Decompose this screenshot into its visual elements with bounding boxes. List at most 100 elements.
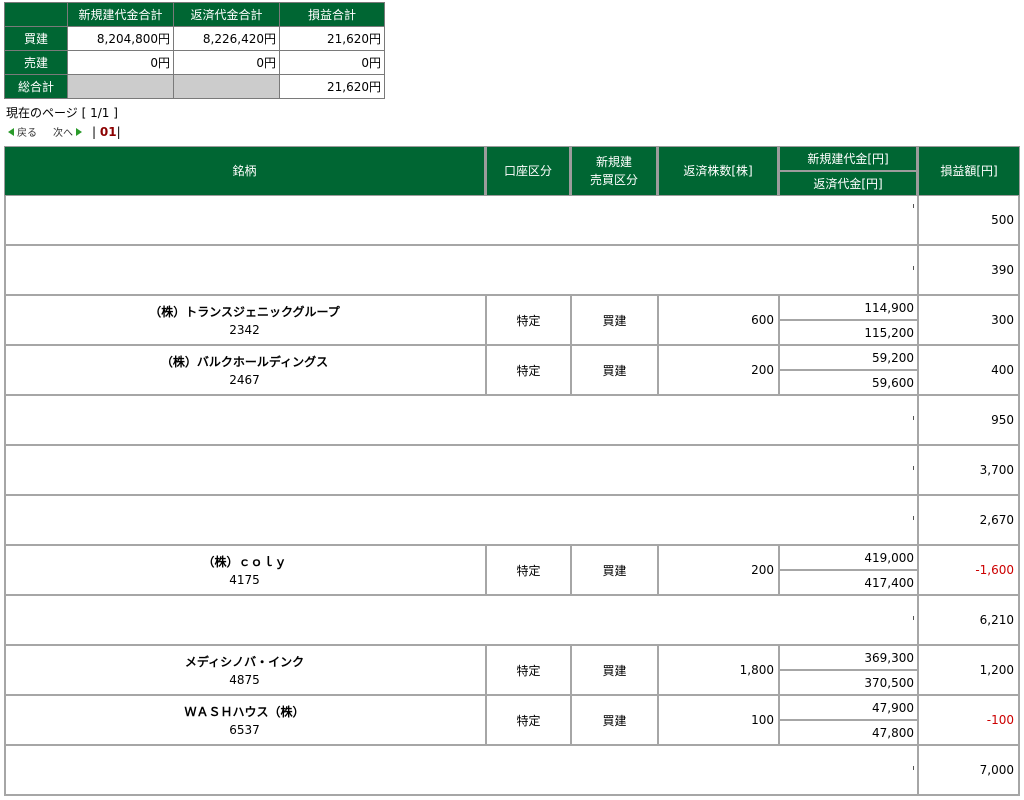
page-links: | 01| [92,125,121,139]
repay-qty: 200 [751,563,774,577]
repay-qty: 1,800 [739,663,774,677]
cell-border [1018,396,1020,446]
stock-name[interactable]: （株）トランスジェニックグループ [149,303,340,320]
table-row: 500 [4,196,1020,246]
trade-side: 買建 [602,363,627,378]
new-amount: 419,000 [864,550,914,565]
summary-sell-pl: 0円 [280,51,384,74]
back-link[interactable]: 戻る [17,124,37,139]
repay-amount: 115,200 [864,325,914,340]
pl-amount: 3,700 [979,463,1014,477]
stock-cell: メディシノバ・インク 4875 [4,646,485,694]
table-row: 950 [4,396,1020,446]
stock-code: 2342 [229,323,260,337]
summary-sell-repay: 0円 [174,51,279,74]
stock-cell: ＷＡＳＨハウス（株） 6537 [4,696,485,744]
summary-sell-new: 0円 [68,51,173,74]
table-row: （株）トランスジェニックグループ 2342 特定 買建 600 114,900 115,20… [4,296,1020,346]
stock-name[interactable]: （株）ｃｏｌｙ [202,553,286,570]
summary-buy-pl: 21,620円 [280,27,384,50]
cell-border [913,766,914,770]
summary-total-new [68,75,173,98]
summary-table: 新規建代金合計 返済代金合計 損益合計 買建 8,204,800円 8,226,… [4,2,385,99]
summary-row-label: 買建 [5,27,67,50]
summary-buy-new: 8,204,800円 [68,27,173,50]
triangle-left-icon [8,127,14,136]
stock-code: 2467 [229,373,260,387]
table-row: 3,700 [4,446,1020,496]
account-type: 特定 [516,563,541,578]
next-link[interactable]: 次へ [53,124,73,139]
stock-name[interactable]: メディシノバ・インク [185,653,304,670]
cell-border [1018,446,1020,496]
new-amount: 114,900 [864,300,914,315]
cell-border [4,246,6,296]
summary-row-label: 総合計 [5,75,67,98]
pl-amount: 950 [991,413,1014,427]
pl-amount: 2,670 [979,513,1014,527]
cell-border [4,446,6,496]
summary-header-new: 新規建代金合計 [68,3,173,26]
page-link-01[interactable]: 01 [100,125,117,139]
summary-buy-repay: 8,226,420円 [174,27,279,50]
stock-name[interactable]: （株）バルクホールディングス [161,353,328,370]
cell-border [1018,546,1020,596]
summary-total-pl: 21,620円 [280,75,384,98]
header-side-line1: 新規建 [595,155,632,169]
cell-border [1018,646,1020,696]
cell-border [913,516,914,520]
page-sep-right: | [116,124,121,139]
pl-amount: 6,210 [979,613,1014,627]
repay-qty: 100 [751,713,774,727]
header-name: 銘柄 [5,147,484,195]
cell-border [4,196,6,246]
cell-border [913,466,914,470]
summary-corner [5,3,67,26]
table-row: 390 [4,246,1020,296]
stock-cell: （株）バルクホールディングス 2467 [4,346,485,394]
page-sep-left: | [92,124,97,139]
stock-cell: （株）ｃｏｌｙ 4175 [4,546,485,594]
cell-border [1018,746,1020,796]
repay-qty: 600 [751,313,774,327]
stock-code: 6537 [229,723,260,737]
repay-amount: 370,500 [864,675,914,690]
cell-border [1018,296,1020,346]
results-header: 銘柄 口座区分 新規建 売買区分 返済株数[株] 新規建代金[円] 返済代金[円… [4,146,1020,196]
pager-nav: 戻る 次へ | 01| [8,124,121,139]
summary-header-repay: 返済代金合計 [174,3,279,26]
summary-row-label: 売建 [5,51,67,74]
summary-header-pl: 損益合計 [280,3,384,26]
header-account: 口座区分 [487,147,569,195]
cell-border [4,396,6,446]
pl-amount: -1,600 [975,563,1014,577]
cell-border [4,596,6,646]
summary-total-repay [174,75,279,98]
cell-border [4,496,6,546]
triangle-right-icon [76,127,82,136]
header-side: 新規建 売買区分 [572,147,656,195]
repay-amount: 59,600 [872,375,914,390]
table-row: メディシノバ・インク 4875 特定 買建 1,800 369,300 370,500 1,2… [4,646,1020,696]
pl-amount: 390 [991,263,1014,277]
new-amount: 369,300 [864,650,914,665]
header-repay-amount: 返済代金[円] [780,172,916,195]
stock-name[interactable]: ＷＡＳＨハウス（株） [184,703,304,720]
cell-border [1018,246,1020,296]
repay-qty: 200 [751,363,774,377]
account-type: 特定 [516,663,541,678]
repay-amount: 47,800 [872,725,914,740]
table-row: 7,000 [4,746,1020,796]
pl-amount: -100 [986,713,1014,727]
account-type: 特定 [516,713,541,728]
cell-border [4,746,6,796]
table-row: 2,670 [4,496,1020,546]
pl-amount: 1,200 [979,663,1014,677]
header-pl: 損益額[円] [919,147,1019,195]
stock-cell: （株）トランスジェニックグループ 2342 [4,296,485,344]
row-divider [4,794,1020,796]
pl-amount: 7,000 [979,763,1014,777]
stock-code: 4175 [229,573,260,587]
pl-amount: 500 [991,213,1014,227]
trade-side: 買建 [602,663,627,678]
